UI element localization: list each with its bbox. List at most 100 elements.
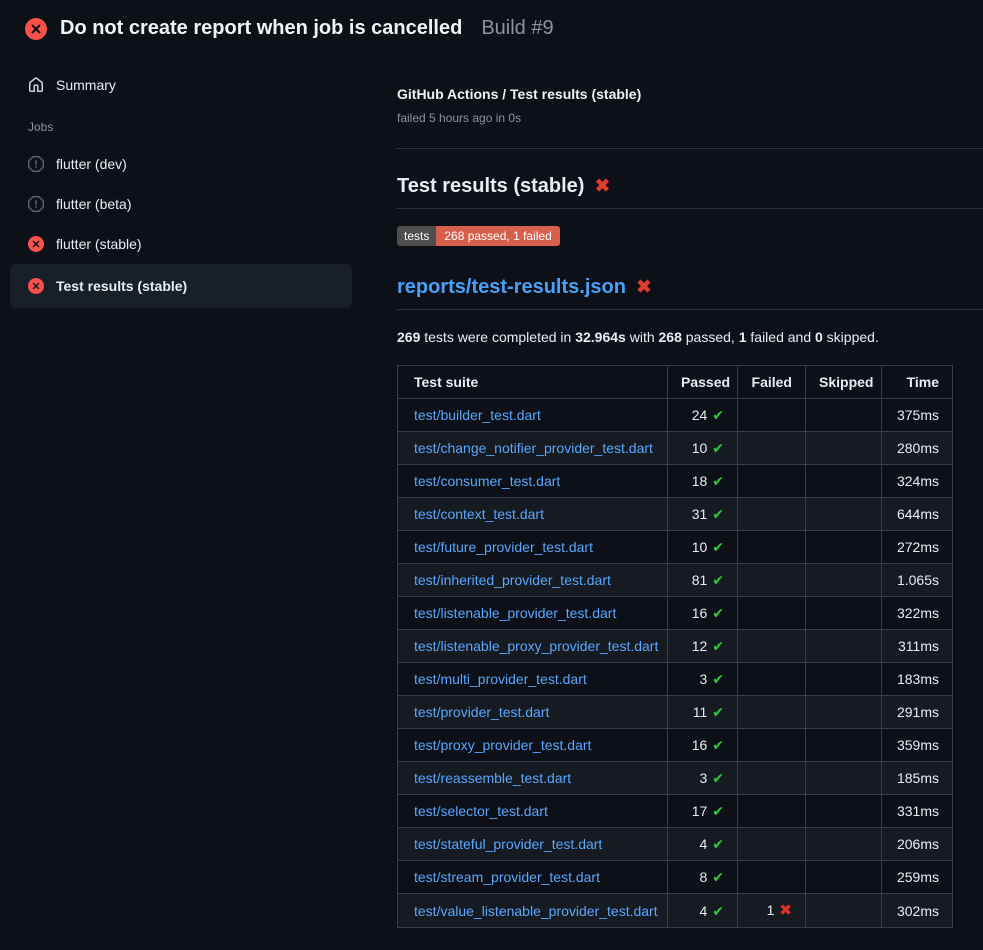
- table-row: test/listenable_provider_test.dart16✔322…: [398, 597, 953, 630]
- check-icon: ✔: [712, 638, 724, 654]
- sidebar-item-label: flutter (stable): [56, 236, 142, 252]
- sidebar-item-flutter-dev[interactable]: flutter (dev): [10, 144, 352, 184]
- test-suite-link[interactable]: test/listenable_proxy_provider_test.dart: [414, 638, 658, 654]
- passed-count: 24: [692, 407, 708, 423]
- check-icon: ✔: [712, 770, 724, 786]
- passed-count: 81: [692, 572, 708, 588]
- failed-cell: [738, 861, 806, 894]
- sidebar-item-flutter-beta[interactable]: flutter (beta): [10, 184, 352, 224]
- table-row: test/stateful_provider_test.dart4✔206ms: [398, 828, 953, 861]
- test-suite-link[interactable]: test/change_notifier_provider_test.dart: [414, 440, 653, 456]
- check-icon: ✔: [712, 803, 724, 819]
- report-title: reports/test-results.json ✖: [397, 275, 983, 310]
- check-icon: ✔: [712, 572, 724, 588]
- table-row: test/context_test.dart31✔644ms: [398, 498, 953, 531]
- page-title: Do not create report when job is cancell…: [60, 17, 462, 40]
- passed-count: 4: [699, 836, 707, 852]
- test-suite-link[interactable]: test/reassemble_test.dart: [414, 770, 571, 786]
- suite-cell: test/change_notifier_provider_test.dart: [398, 432, 668, 465]
- x-emoji-icon: ✖: [594, 177, 610, 196]
- skipped-cell: [806, 597, 882, 630]
- badge-label: tests: [397, 226, 436, 246]
- passed-count: 3: [699, 770, 707, 786]
- check-icon: ✔: [712, 704, 724, 720]
- skipped-cell: [806, 498, 882, 531]
- suite-cell: test/consumer_test.dart: [398, 465, 668, 498]
- test-suite-link[interactable]: test/provider_test.dart: [414, 704, 549, 720]
- time-cell: 322ms: [882, 597, 953, 630]
- test-suite-link[interactable]: test/builder_test.dart: [414, 407, 541, 423]
- failed-cell: [738, 399, 806, 432]
- suite-cell: test/future_provider_test.dart: [398, 531, 668, 564]
- suite-cell: test/inherited_provider_test.dart: [398, 564, 668, 597]
- test-results-table: Test suitePassedFailedSkippedTime test/b…: [397, 365, 953, 928]
- sidebar: Summary Jobs flutter (dev)flutter (beta)…: [0, 54, 397, 308]
- passed-count: 18: [692, 473, 708, 489]
- check-icon: ✔: [712, 440, 724, 456]
- summary-segment: 32.964s: [575, 329, 626, 345]
- test-suite-link[interactable]: test/inherited_provider_test.dart: [414, 572, 611, 588]
- home-icon: [28, 77, 44, 93]
- time-cell: 324ms: [882, 465, 953, 498]
- passed-cell: 4✔: [668, 828, 738, 861]
- sidebar-item-label: flutter (beta): [56, 196, 131, 212]
- check-run-title: Test results (stable) ✖: [397, 174, 983, 209]
- skipped-cell: [806, 465, 882, 498]
- summary-segment: passed,: [682, 329, 739, 345]
- sidebar-item-test-results-stable[interactable]: Test results (stable): [10, 264, 352, 308]
- badge-value: 268 passed, 1 failed: [436, 226, 559, 246]
- check-icon: ✔: [712, 836, 724, 852]
- failed-cell: [738, 795, 806, 828]
- failed-cell: [738, 564, 806, 597]
- summary-segment: with: [626, 329, 659, 345]
- sidebar-item-summary[interactable]: Summary: [10, 68, 352, 102]
- table-row: test/reassemble_test.dart3✔185ms: [398, 762, 953, 795]
- check-icon: ✔: [712, 671, 724, 687]
- time-cell: 183ms: [882, 663, 953, 696]
- test-suite-link[interactable]: test/stateful_provider_test.dart: [414, 836, 602, 852]
- test-suite-link[interactable]: test/multi_provider_test.dart: [414, 671, 587, 687]
- skipped-cell: [806, 861, 882, 894]
- failed-cell: [738, 663, 806, 696]
- suite-cell: test/listenable_proxy_provider_test.dart: [398, 630, 668, 663]
- time-cell: 280ms: [882, 432, 953, 465]
- table-row: test/proxy_provider_test.dart16✔359ms: [398, 729, 953, 762]
- test-suite-link[interactable]: test/selector_test.dart: [414, 803, 548, 819]
- passed-cell: 3✔: [668, 762, 738, 795]
- passed-count: 8: [699, 869, 707, 885]
- time-cell: 259ms: [882, 861, 953, 894]
- sidebar-item-flutter-stable[interactable]: flutter (stable): [10, 224, 352, 264]
- time-cell: 644ms: [882, 498, 953, 531]
- time-cell: 311ms: [882, 630, 953, 663]
- test-suite-link[interactable]: test/stream_provider_test.dart: [414, 869, 600, 885]
- passed-count: 10: [692, 440, 708, 456]
- test-suite-link[interactable]: test/context_test.dart: [414, 506, 544, 522]
- suite-cell: test/selector_test.dart: [398, 795, 668, 828]
- test-suite-link[interactable]: test/proxy_provider_test.dart: [414, 737, 591, 753]
- breadcrumb: GitHub Actions / Test results (stable): [397, 84, 983, 104]
- test-suite-link[interactable]: test/future_provider_test.dart: [414, 539, 593, 555]
- skipped-cell: [806, 564, 882, 597]
- summary-segment: 269: [397, 329, 420, 345]
- test-suite-link[interactable]: test/listenable_provider_test.dart: [414, 605, 616, 621]
- passed-count: 4: [699, 903, 707, 919]
- test-suite-link[interactable]: test/consumer_test.dart: [414, 473, 560, 489]
- passed-cell: 10✔: [668, 531, 738, 564]
- passed-count: 3: [699, 671, 707, 687]
- x-circle-fill-icon: [28, 278, 44, 294]
- column-header-passed: Passed: [668, 366, 738, 399]
- suite-cell: test/context_test.dart: [398, 498, 668, 531]
- tests-badge: tests 268 passed, 1 failed: [397, 226, 560, 246]
- page-header: Do not create report when job is cancell…: [0, 0, 983, 54]
- skipped-cell: [806, 630, 882, 663]
- passed-cell: 3✔: [668, 663, 738, 696]
- table-row: test/future_provider_test.dart10✔272ms: [398, 531, 953, 564]
- failed-cell: [738, 597, 806, 630]
- skipped-cell: [806, 432, 882, 465]
- report-file-link[interactable]: reports/test-results.json: [397, 275, 626, 299]
- suite-cell: test/listenable_provider_test.dart: [398, 597, 668, 630]
- test-suite-link[interactable]: test/value_listenable_provider_test.dart: [414, 903, 658, 919]
- failed-cell: [738, 465, 806, 498]
- skipped-cell: [806, 696, 882, 729]
- passed-count: 16: [692, 605, 708, 621]
